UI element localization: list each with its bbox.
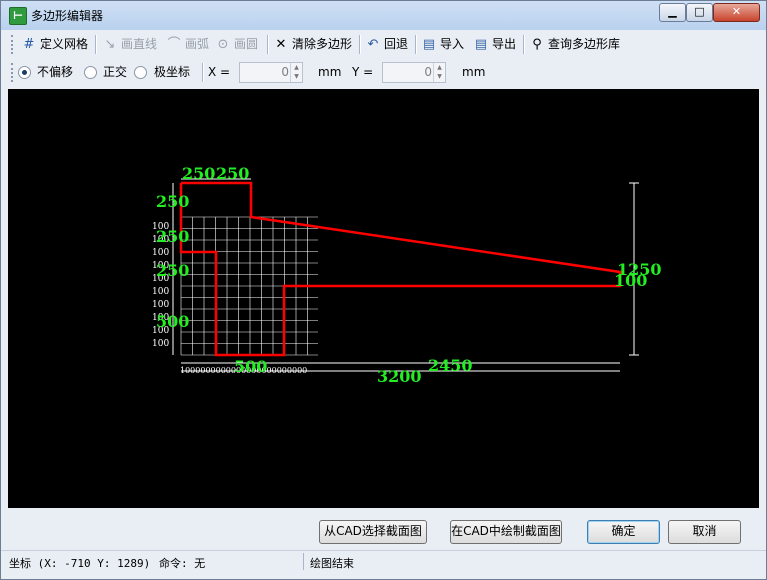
y-label: Y =	[352, 65, 374, 79]
dim-text-left-2: 250	[156, 227, 189, 246]
x-label: X =	[208, 65, 231, 79]
draw-arc-button[interactable]: ⌒ 画弧	[166, 34, 209, 55]
polar-label[interactable]: 极坐标	[154, 63, 190, 81]
grid-label: 100	[152, 287, 169, 297]
dim-text-left-1: 250	[156, 192, 189, 211]
draw-in-cad-button[interactable]: 在CAD中绘制截面图	[450, 520, 562, 544]
export-icon: ▤	[474, 37, 488, 52]
grid-icon: #	[23, 37, 35, 52]
clear-polygon-button[interactable]: ✕ 清除多边形	[273, 34, 352, 55]
dim-text-top-left: 250	[182, 164, 215, 183]
status-message: 绘图结束	[310, 557, 354, 570]
arc-icon: ⌒	[167, 37, 181, 52]
undo-icon: ↶	[367, 37, 379, 52]
status-command: 命令: 无	[159, 557, 206, 570]
dim-text-left-3: 250	[156, 261, 189, 280]
circle-icon: ⊙	[217, 37, 229, 52]
undo-button[interactable]: ↶ 回退	[365, 34, 408, 55]
maximize-icon: □	[694, 5, 705, 18]
define-grid-button[interactable]: # 定义网格	[21, 34, 88, 55]
x-unit: mm	[318, 65, 342, 79]
dim-text-bottom-width: 500	[234, 357, 267, 376]
window-title: 多边形编辑器	[31, 9, 104, 23]
toolbar-separator	[359, 35, 361, 54]
export-button[interactable]: ▤ 导出	[473, 34, 516, 55]
query-polygon-lib-button[interactable]: ⚲ 查询多边形库	[529, 34, 620, 55]
toolbar-separator	[523, 35, 525, 54]
grid-label: 100	[152, 248, 169, 258]
orthogonal-radio[interactable]	[84, 66, 97, 79]
export-label: 导出	[492, 37, 517, 51]
y-spinner-icon[interactable]: ▲ ▼	[433, 63, 445, 82]
status-coords: 坐标 (X: -710 Y: 1289)	[9, 557, 151, 570]
drawing-toolbar: # 定义网格 ↘ 画直线 ⌒ 画弧 ⊙ 画圆 ✕ 清除多边形 ↶ 回退 ▤ 导入 ▤ 导出 ⚲ 查…	[9, 32, 759, 57]
import-button[interactable]: ▤ 导入	[421, 34, 464, 55]
import-label: 导入	[440, 37, 465, 51]
toolbar-grip[interactable]	[11, 63, 17, 82]
drawing-canvas[interactable]: 100 100 100 100 100 100 100 100 100 100 …	[8, 89, 759, 508]
no-offset-radio[interactable]	[18, 66, 31, 79]
toolbar-separator	[267, 35, 269, 54]
y-offset-value: 0	[424, 65, 432, 79]
maximize-button[interactable]: □	[686, 3, 713, 22]
draw-circle-label: 画圆	[234, 37, 259, 51]
ok-button[interactable]: 确定	[587, 520, 660, 544]
draw-line-label: 画直线	[121, 37, 158, 51]
dim-text-total-width: 3200	[377, 367, 422, 386]
status-separator	[303, 553, 304, 570]
no-offset-label[interactable]: 不偏移	[37, 63, 73, 81]
magnifier-icon: ⚲	[532, 37, 542, 52]
x-offset-value: 0	[281, 65, 289, 79]
dialog-buttons: 从CAD选择截面图 在CAD中绘制截面图 确定 取消	[1, 509, 766, 549]
draw-arc-label: 画弧	[185, 37, 210, 51]
title-bar: ⊢ 多边形编辑器 ▁ □ ✕	[1, 1, 766, 30]
section-polygon	[179, 181, 622, 357]
undo-label: 回退	[384, 37, 409, 51]
toolbar-grip[interactable]	[11, 35, 17, 54]
polygon-editor-window: ⊢ 多边形编辑器 ▁ □ ✕ # 定义网格 ↘ 画直线 ⌒ 画弧 ⊙ 画圆 ✕ 清除多边形…	[0, 0, 767, 580]
dim-text-top-right: 250	[216, 164, 249, 183]
grid-label: 100	[152, 339, 169, 349]
polygon-drawing: 100 100 100 100 100 100 100 100 100 100 …	[152, 164, 662, 386]
polar-radio[interactable]	[134, 66, 147, 79]
dimension-lines	[172, 178, 639, 372]
clear-polygon-label: 清除多边形	[292, 37, 353, 51]
dim-text-left-4: 500	[156, 312, 189, 331]
define-grid-label: 定义网格	[40, 37, 89, 51]
minimize-icon: ▁	[668, 5, 677, 18]
draw-line-button[interactable]: ↘ 画直线	[102, 34, 157, 55]
x-offset-input[interactable]: 0 ▲ ▼	[239, 62, 303, 83]
offset-toolbar: 不偏移 正交 极坐标 X = 0 ▲ ▼ mm Y = 0 ▲ ▼ mm	[9, 60, 759, 85]
query-polygon-lib-label: 查询多边形库	[548, 37, 621, 51]
dim-text-right-small: 100	[614, 271, 647, 290]
import-icon: ▤	[422, 37, 436, 52]
select-from-cad-button[interactable]: 从CAD选择截面图	[319, 520, 427, 544]
line-icon: ↘	[104, 37, 116, 52]
toolbar-separator	[415, 35, 417, 54]
polygon-editor-icon: ⊢	[9, 7, 27, 25]
y-unit: mm	[462, 65, 486, 79]
close-icon: ✕	[731, 5, 742, 18]
x-spinner-icon[interactable]: ▲ ▼	[290, 63, 302, 82]
cancel-button[interactable]: 取消	[668, 520, 741, 544]
orthogonal-label[interactable]: 正交	[103, 63, 127, 81]
close-button[interactable]: ✕	[713, 3, 760, 22]
y-offset-input[interactable]: 0 ▲ ▼	[382, 62, 446, 83]
draw-circle-button[interactable]: ⊙ 画圆	[215, 34, 258, 55]
toolbar-separator	[95, 35, 97, 54]
dim-text-right-width: 2450	[428, 356, 473, 375]
toolbar-separator	[202, 63, 204, 82]
grid-label: 100	[152, 300, 169, 310]
clear-icon: ✕	[275, 37, 287, 52]
minimize-button[interactable]: ▁	[659, 3, 686, 22]
status-bar: 坐标 (X: -710 Y: 1289) 命令: 无 绘图结束	[1, 550, 766, 573]
